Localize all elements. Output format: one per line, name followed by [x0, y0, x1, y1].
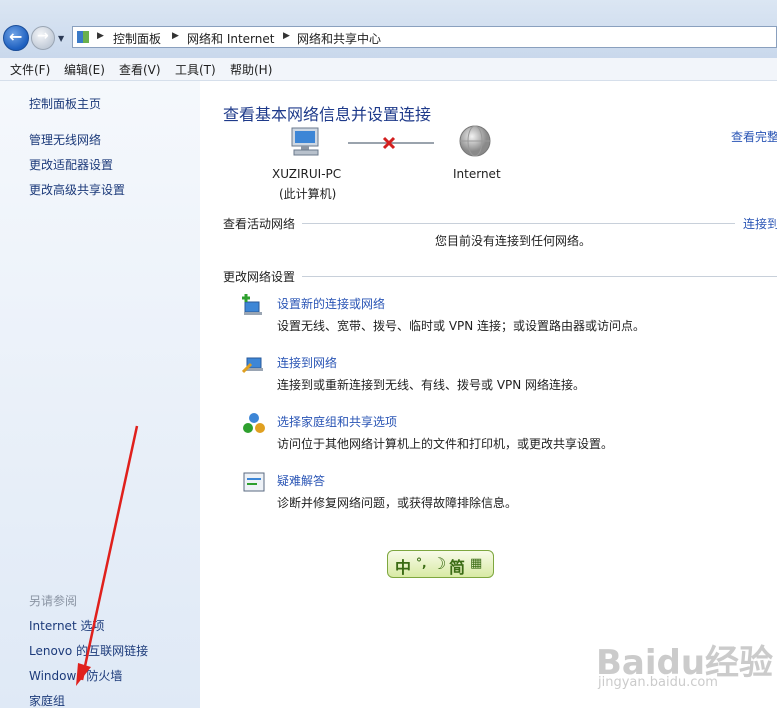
chevron-right-icon[interactable]: ▶	[283, 31, 290, 41]
internet-globe-icon[interactable]	[458, 124, 492, 158]
address-bar[interactable]: ▶ 控制面板 ▶ 网络和 Internet ▶ 网络和共享中心	[72, 26, 777, 48]
computer-icon[interactable]	[288, 126, 324, 158]
sidebar-item-lenovo-link[interactable]: Lenovo 的互联网链接	[29, 642, 148, 659]
connect-to-link[interactable]: 连接到	[743, 215, 777, 232]
chevron-right-icon[interactable]: ▶	[97, 31, 104, 41]
chevron-right-icon[interactable]: ▶	[172, 31, 179, 41]
back-arrow-icon: ←	[9, 27, 23, 46]
task-desc-new-connection: 设置无线、宽带、拨号、临时或 VPN 连接；或设置路由器或访问点。	[277, 319, 646, 333]
breadcrumb-control-panel[interactable]: 控制面板	[113, 30, 161, 47]
task-link-new-connection[interactable]: 设置新的连接或网络	[277, 295, 385, 312]
ime-punctuation-icon[interactable]: °,	[416, 556, 427, 570]
navigation-bar: ← → ▼ ▶ 控制面板 ▶ 网络和 Internet ▶ 网络和共享中心	[0, 0, 777, 59]
back-button[interactable]: ←	[3, 25, 29, 51]
new-connection-icon[interactable]	[242, 293, 266, 317]
internet-label: Internet	[453, 167, 501, 181]
recent-pages-dropdown-icon[interactable]: ▼	[58, 34, 64, 43]
sidebar-item-advanced-sharing[interactable]: 更改高级共享设置	[29, 181, 125, 198]
control-panel-icon	[77, 31, 89, 43]
ime-simplified-mode[interactable]: 简	[449, 554, 465, 578]
sidebar: 控制面板主页 管理无线网络 更改适配器设置 更改高级共享设置 另请参阅 Inte…	[0, 81, 200, 708]
forward-button[interactable]: →	[31, 26, 55, 50]
menu-file[interactable]: 文件(F)	[10, 61, 50, 78]
divider	[302, 276, 777, 277]
ime-chinese-mode[interactable]: 中	[395, 554, 411, 578]
task-desc-troubleshoot: 诊断并修复网络问题，或获得故障排除信息。	[277, 496, 518, 510]
task-desc-connect-network: 连接到或重新连接到无线、有线、拨号或 VPN 网络连接。	[277, 378, 586, 392]
change-settings-heading: 更改网络设置	[223, 270, 296, 284]
menu-bar: 文件(F) 编辑(E) 查看(V) 工具(T) 帮助(H)	[0, 58, 777, 81]
page-title: 查看基本网络信息并设置连接	[223, 105, 432, 124]
computer-name: XUZIRUI-PC	[272, 167, 342, 181]
see-also-heading: 另请参阅	[29, 594, 78, 608]
forward-arrow-icon: →	[37, 28, 49, 44]
connect-network-icon[interactable]	[242, 352, 266, 376]
sidebar-item-internet-options[interactable]: Internet 选项	[29, 617, 104, 634]
troubleshoot-icon[interactable]	[242, 470, 266, 494]
sidebar-item-homegroup[interactable]: 家庭组	[29, 692, 65, 709]
sidebar-item-manage-wireless[interactable]: 管理无线网络	[29, 131, 101, 148]
sidebar-item-adapter-settings[interactable]: 更改适配器设置	[29, 156, 113, 173]
watermark-url: jingyan.baidu.com	[598, 675, 718, 690]
ime-keyboard-icon[interactable]: ▦	[470, 556, 482, 571]
menu-view[interactable]: 查看(V)	[119, 61, 161, 78]
task-link-connect-network[interactable]: 连接到网络	[277, 354, 337, 371]
ime-toolbar[interactable]: 中 °, ☽ 简 ▦	[387, 550, 494, 578]
ime-moon-icon[interactable]: ☽	[432, 554, 446, 573]
no-connection-message: 您目前没有连接到任何网络。	[435, 234, 592, 248]
main-content: 查看基本网络信息并设置连接 查看完整 XUZIRUI-PC (此计算机) Int…	[200, 81, 777, 708]
menu-help[interactable]: 帮助(H)	[230, 61, 272, 78]
task-desc-homegroup: 访问位于其他网络计算机上的文件和打印机，或更改共享设置。	[277, 437, 614, 451]
breadcrumb-network-internet[interactable]: 网络和 Internet	[187, 30, 274, 47]
menu-edit[interactable]: 编辑(E)	[64, 61, 105, 78]
task-link-homegroup[interactable]: 选择家庭组和共享选项	[277, 413, 397, 430]
sidebar-item-windows-firewall[interactable]: Windows 防火墙	[29, 667, 122, 684]
homegroup-sharing-icon[interactable]	[242, 411, 266, 435]
menu-tools[interactable]: 工具(T)	[175, 61, 216, 78]
task-link-troubleshoot[interactable]: 疑难解答	[277, 472, 325, 489]
breadcrumb-network-sharing-center[interactable]: 网络和共享中心	[297, 30, 381, 47]
sidebar-item-control-panel-home[interactable]: 控制面板主页	[29, 95, 101, 112]
divider	[302, 223, 735, 224]
active-networks-heading: 查看活动网络	[223, 217, 296, 231]
see-full-map-link[interactable]: 查看完整	[731, 128, 777, 145]
computer-subtitle: (此计算机)	[279, 187, 337, 201]
disconnected-x-icon[interactable]	[381, 135, 397, 151]
